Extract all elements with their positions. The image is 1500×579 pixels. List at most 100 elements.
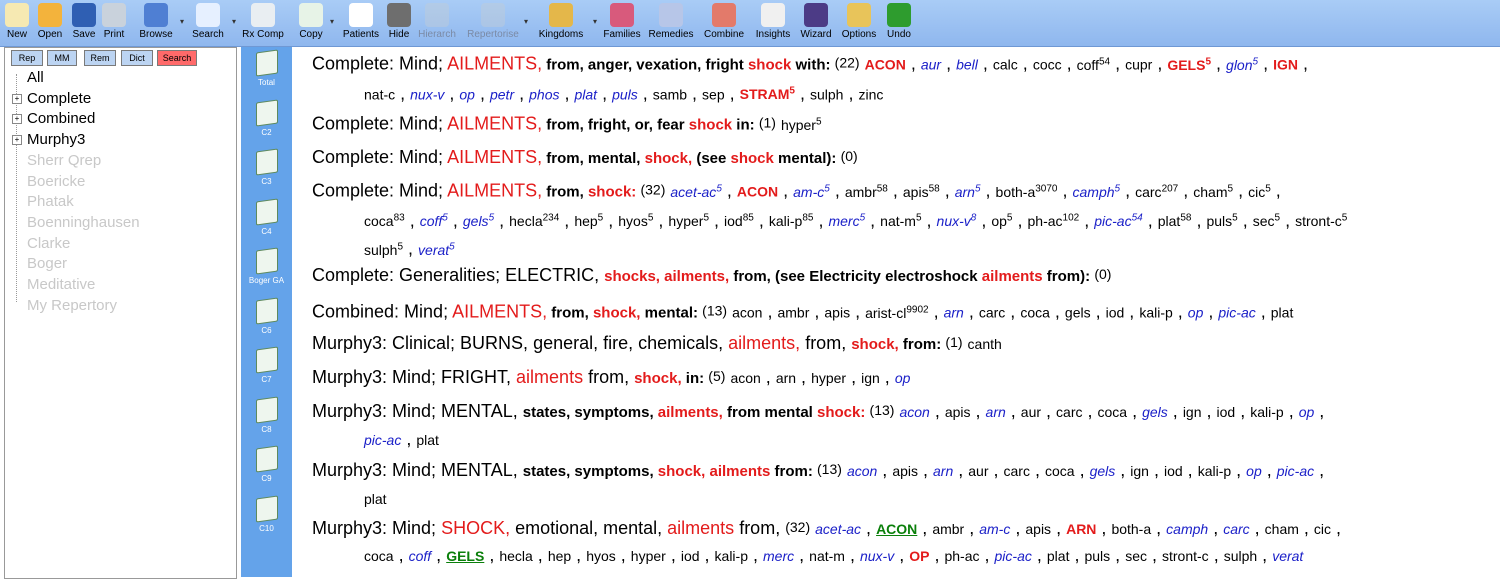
remedy-name[interactable]: sulph5: [364, 241, 403, 258]
remedy-name[interactable]: puls: [612, 86, 638, 102]
remedy-name[interactable]: merc: [763, 548, 794, 564]
remedy-name[interactable]: kali-p: [715, 548, 748, 564]
remedy-name[interactable]: verat5: [418, 241, 455, 258]
save-button[interactable]: Save: [68, 3, 100, 40]
rubric-entry[interactable]: Combined: Mind; AILMENTS, from, shock, m…: [312, 297, 1492, 327]
remedy-name[interactable]: op: [1299, 404, 1315, 420]
remedy-name[interactable]: cic5: [1248, 183, 1271, 200]
browse-button[interactable]: Browse: [136, 3, 176, 40]
families-button[interactable]: Families: [602, 3, 642, 40]
tab-dict[interactable]: Dict: [121, 50, 153, 66]
remedy-name[interactable]: gels: [1090, 463, 1116, 479]
remedy-name[interactable]: verat: [1272, 548, 1303, 564]
remedy-name[interactable]: coca83: [364, 213, 405, 230]
remedy-name[interactable]: gels: [1065, 305, 1091, 321]
remedy-name[interactable]: plat: [1271, 305, 1294, 321]
remedy-name[interactable]: carc: [979, 305, 1005, 321]
combine-button[interactable]: Combine: [702, 3, 746, 40]
remedy-name[interactable]: op: [895, 370, 911, 386]
remedy-name[interactable]: pic-ac54: [1094, 213, 1142, 230]
rubric-entry[interactable]: Complete: Generalities; ELECTRIC, shocks…: [312, 261, 1492, 290]
clipboard-boger-ga[interactable]: Boger GA: [241, 247, 292, 285]
rubric-entry[interactable]: Murphy3: Clinical; BURNS, general, fire,…: [312, 329, 1492, 358]
remedy-name[interactable]: sulph: [1224, 548, 1257, 564]
remedy-name[interactable]: calc: [993, 57, 1018, 73]
remedy-name[interactable]: acon: [847, 463, 877, 479]
kingdoms-button[interactable]: Kingdoms: [536, 3, 586, 40]
remedy-name[interactable]: hyper5: [781, 116, 822, 133]
remedy-name[interactable]: kali-p: [1250, 404, 1283, 420]
clipboard-c4[interactable]: C4: [241, 197, 292, 236]
remedy-name[interactable]: hep5: [574, 213, 603, 230]
tab-rem[interactable]: Rem: [84, 50, 116, 66]
clipboard-c10[interactable]: C10: [241, 494, 292, 533]
tree-node-combined[interactable]: + Combined: [5, 109, 234, 129]
search-button[interactable]: Search: [188, 3, 228, 40]
remedy-name[interactable]: aur: [1021, 404, 1041, 420]
remedy-name[interactable]: gels5: [463, 213, 494, 230]
remedy-name[interactable]: op: [459, 86, 475, 102]
remedy-name[interactable]: coca: [1098, 404, 1128, 420]
remedy-name[interactable]: pic-ac: [1277, 463, 1314, 479]
dropdown-arrow-icon[interactable]: ▾: [232, 17, 236, 26]
rubric-entry[interactable]: Complete: Mind; AILMENTS, from, fright, …: [312, 109, 1492, 139]
remedy-name[interactable]: coff54: [1077, 56, 1110, 73]
tab-mm[interactable]: MM: [47, 50, 77, 66]
remedy-name[interactable]: acon: [899, 404, 929, 420]
remedy-name[interactable]: arist-cl9902: [865, 304, 928, 321]
insights-button[interactable]: Insights: [754, 3, 792, 40]
patients-button[interactable]: Patients: [340, 3, 382, 40]
remedy-name[interactable]: hyos: [586, 548, 616, 564]
remedy-name[interactable]: sulph: [810, 86, 843, 102]
remedy-name[interactable]: merc5: [828, 213, 865, 230]
remedy-name[interactable]: carc: [1056, 404, 1082, 420]
remedy-name[interactable]: am-c5: [793, 183, 830, 200]
remedy-name[interactable]: cupr: [1125, 57, 1152, 73]
remedy-name[interactable]: GELS5: [1167, 56, 1211, 73]
remedy-name[interactable]: ph-ac: [944, 548, 979, 564]
remedy-name[interactable]: hecla: [499, 548, 532, 564]
clipboard-c8[interactable]: C8: [241, 395, 292, 434]
remedy-name[interactable]: kali-p85: [769, 213, 814, 230]
remedy-name[interactable]: hyper5: [668, 213, 709, 230]
remedy-name[interactable]: GELS: [446, 548, 484, 564]
tree-node-murphy3[interactable]: + Murphy3: [5, 130, 234, 150]
remedy-name[interactable]: gels: [1142, 404, 1168, 420]
remedy-name[interactable]: pic-ac: [995, 548, 1032, 564]
remedy-name[interactable]: coca: [1045, 463, 1075, 479]
remedy-name[interactable]: hyper: [811, 370, 846, 386]
remedy-name[interactable]: ARN: [1066, 521, 1096, 537]
remedy-name[interactable]: kali-p: [1139, 305, 1172, 321]
remedy-name[interactable]: cham: [1265, 521, 1299, 537]
remedy-name[interactable]: apis: [1025, 521, 1051, 537]
remedy-name[interactable]: phos: [529, 86, 559, 102]
clipboard-c2[interactable]: C2: [241, 98, 292, 137]
remedy-name[interactable]: iod: [1106, 305, 1125, 321]
remedy-name[interactable]: carc207: [1135, 183, 1178, 200]
hide-button[interactable]: Hide: [384, 3, 414, 40]
print-button[interactable]: Print: [100, 3, 128, 40]
remedy-name[interactable]: cocc: [1033, 57, 1062, 73]
rubric-entry[interactable]: Complete: Mind; AILMENTS, from, mental, …: [312, 143, 1492, 172]
remedy-name[interactable]: iod: [681, 548, 700, 564]
remedies-button[interactable]: Remedies: [648, 3, 694, 40]
remedy-name[interactable]: arn: [986, 404, 1006, 420]
remedy-name[interactable]: ign: [861, 370, 880, 386]
remedy-name[interactable]: stront-c: [1162, 548, 1209, 564]
remedy-name[interactable]: nux-v: [410, 86, 444, 102]
dropdown-arrow-icon[interactable]: ▾: [330, 17, 334, 26]
remedy-name[interactable]: nat-c: [364, 86, 395, 102]
remedy-name[interactable]: pic-ac: [364, 432, 401, 448]
remedy-name[interactable]: STRAM5: [740, 86, 795, 103]
dropdown-arrow-icon[interactable]: ▾: [524, 17, 528, 26]
remedy-name[interactable]: camph5: [1073, 183, 1121, 200]
remedy-name[interactable]: OP: [909, 548, 929, 564]
remedy-name[interactable]: ambr: [777, 305, 809, 321]
remedy-name[interactable]: acet-ac5: [670, 183, 721, 200]
remedy-name[interactable]: cic: [1314, 521, 1331, 537]
remedy-name[interactable]: kali-p: [1198, 463, 1231, 479]
rxcomp-button[interactable]: Rx Comp: [240, 3, 286, 40]
remedy-name[interactable]: acon: [732, 305, 762, 321]
remedy-name[interactable]: op: [1188, 305, 1204, 321]
rubric-entry[interactable]: Murphy3: Mind; FRIGHT, ailments from, sh…: [312, 363, 1492, 392]
